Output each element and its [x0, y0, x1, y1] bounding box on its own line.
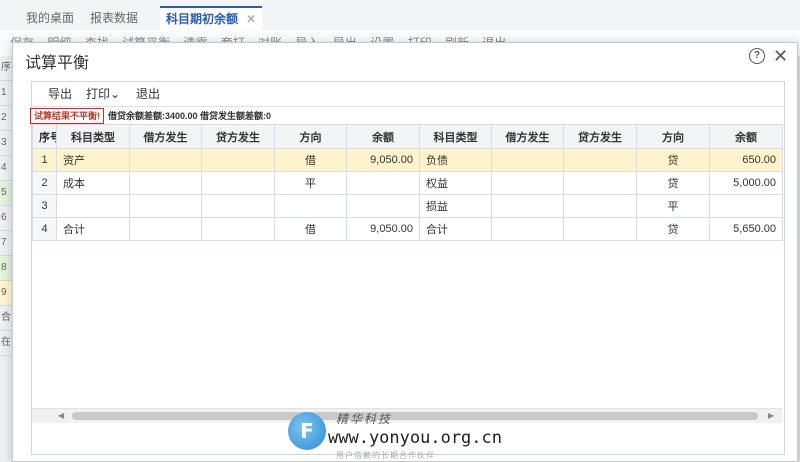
column-header[interactable]: 余额 — [709, 124, 783, 149]
debit-cell[interactable] — [491, 171, 564, 195]
app-tab-bar: 我的桌面 报表数据 科目期初余额 ✕ — [0, 0, 800, 32]
help-icon[interactable]: ? — [749, 48, 765, 64]
difference-summary: 借贷余额差额:3400.00 借贷发生额差额:0 — [108, 111, 272, 121]
dialog-content: 导出 打印⌄ 退出 试算结果不平衡! 借贷余额差额:3400.00 借贷发生额差额… — [30, 81, 785, 455]
direction-cell[interactable]: 借 — [274, 148, 347, 172]
tab-account-opening-balance[interactable]: 科目期初余额 ✕ — [160, 6, 263, 32]
watermark-logo: F — [288, 412, 326, 450]
credit-cell[interactable] — [563, 171, 637, 195]
row-number: 1 — [32, 148, 57, 172]
column-header[interactable]: 余额 — [346, 124, 420, 149]
table-row[interactable]: 1 资产 借 9,050.00 负债 贷 650.00 — [32, 148, 783, 172]
account-type-cell[interactable]: 合计 — [56, 217, 130, 241]
trial-balance-status: 试算结果不平衡! 借贷余额差额:3400.00 借贷发生额差额:0 — [30, 108, 272, 124]
trial-balance-dialog: 试算平衡 ? ✕ 导出 打印⌄ 退出 试算结果不平衡! 借贷余额差额:3400.0… — [12, 42, 798, 462]
tab-my-desktop[interactable]: 我的桌面 — [20, 8, 80, 28]
credit-cell[interactable] — [563, 148, 637, 172]
balance-cell[interactable] — [346, 194, 420, 218]
debit-cell[interactable] — [491, 148, 564, 172]
debit-cell[interactable] — [129, 171, 202, 195]
balance-cell[interactable] — [346, 171, 420, 195]
credit-cell[interactable] — [563, 217, 637, 241]
tab-label: 科目期初余额 — [166, 12, 239, 26]
account-type-cell[interactable]: 权益 — [419, 171, 492, 195]
balance-cell[interactable]: 650.00 — [709, 148, 783, 172]
debit-cell[interactable] — [129, 194, 202, 218]
direction-cell[interactable]: 贷 — [636, 148, 710, 172]
direction-cell[interactable]: 贷 — [636, 171, 710, 195]
table-row[interactable]: 3 损益 平 — [32, 194, 783, 218]
direction-cell[interactable]: 贷 — [636, 217, 710, 241]
credit-cell[interactable] — [201, 148, 275, 172]
scroll-right-icon[interactable]: ▶ — [768, 411, 774, 420]
balance-cell[interactable]: 9,050.00 — [346, 217, 420, 241]
credit-cell[interactable] — [201, 171, 275, 195]
balance-cell[interactable] — [709, 194, 783, 218]
column-header[interactable]: 贷方发生 — [201, 124, 275, 149]
debit-cell[interactable] — [129, 148, 202, 172]
imbalance-warning: 试算结果不平衡! — [30, 108, 104, 124]
column-header[interactable]: 科目类型 — [56, 124, 130, 149]
watermark-script-text: 精华科技 — [336, 412, 393, 426]
scroll-left-icon[interactable]: ◀ — [58, 411, 64, 420]
debit-cell[interactable] — [491, 217, 564, 241]
quit-button[interactable]: 退出 — [136, 86, 160, 102]
row-number: 2 — [32, 171, 57, 195]
credit-cell[interactable] — [201, 217, 275, 241]
column-header[interactable]: 科目类型 — [419, 124, 492, 149]
tab-close-icon[interactable]: ✕ — [246, 12, 256, 26]
print-button[interactable]: 打印⌄ — [86, 86, 120, 102]
watermark: F 精华科技 www.yonyou.org.cn 用户信赖的长期合作伙伴 — [288, 408, 518, 462]
table-header-row: 序号 科目类型 借方发生 贷方发生 方向 余额 科目类型 借方发生 贷方发生 方… — [32, 124, 783, 149]
direction-cell[interactable] — [274, 194, 347, 218]
account-type-cell[interactable] — [56, 194, 130, 218]
direction-cell[interactable]: 平 — [274, 171, 347, 195]
debit-cell[interactable] — [491, 194, 564, 218]
account-type-cell[interactable]: 负债 — [419, 148, 492, 172]
column-header[interactable]: 借方发生 — [491, 124, 564, 149]
balance-cell[interactable]: 5,650.00 — [709, 217, 783, 241]
direction-cell[interactable]: 借 — [274, 217, 347, 241]
column-header[interactable]: 序号 — [32, 124, 57, 149]
watermark-url: www.yonyou.org.cn — [328, 428, 502, 448]
row-number: 3 — [32, 194, 57, 218]
direction-cell[interactable]: 平 — [636, 194, 710, 218]
column-header[interactable]: 贷方发生 — [563, 124, 637, 149]
column-header[interactable]: 方向 — [274, 124, 347, 149]
column-header[interactable]: 借方发生 — [129, 124, 202, 149]
tab-report-data[interactable]: 报表数据 — [84, 8, 144, 28]
watermark-subtitle: 用户信赖的长期合作伙伴 — [336, 451, 435, 460]
row-number: 4 — [32, 217, 57, 241]
trial-balance-table: 序号 科目类型 借方发生 贷方发生 方向 余额 科目类型 借方发生 贷方发生 方… — [32, 124, 783, 241]
account-type-cell[interactable]: 合计 — [419, 217, 492, 241]
balance-cell[interactable]: 5,000.00 — [709, 171, 783, 195]
table-row[interactable]: 2 成本 平 权益 贷 5,000.00 — [32, 171, 783, 195]
column-header[interactable]: 方向 — [636, 124, 710, 149]
print-label: 打印 — [86, 87, 111, 101]
dialog-title: 试算平衡 — [25, 55, 90, 72]
account-type-cell[interactable]: 资产 — [56, 148, 130, 172]
close-icon[interactable]: ✕ — [773, 45, 788, 67]
credit-cell[interactable] — [563, 194, 637, 218]
table-row[interactable]: 4 合计 借 9,050.00 合计 贷 5,650.00 — [32, 217, 783, 241]
account-type-cell[interactable]: 损益 — [419, 194, 492, 218]
export-button[interactable]: 导出 — [48, 86, 72, 102]
chevron-down-icon: ⌄ — [110, 87, 121, 101]
credit-cell[interactable] — [201, 194, 275, 218]
dialog-menu-bar: 导出 打印⌄ 退出 — [32, 82, 784, 107]
balance-cell[interactable]: 9,050.00 — [346, 148, 420, 172]
debit-cell[interactable] — [129, 217, 202, 241]
account-type-cell[interactable]: 成本 — [56, 171, 130, 195]
